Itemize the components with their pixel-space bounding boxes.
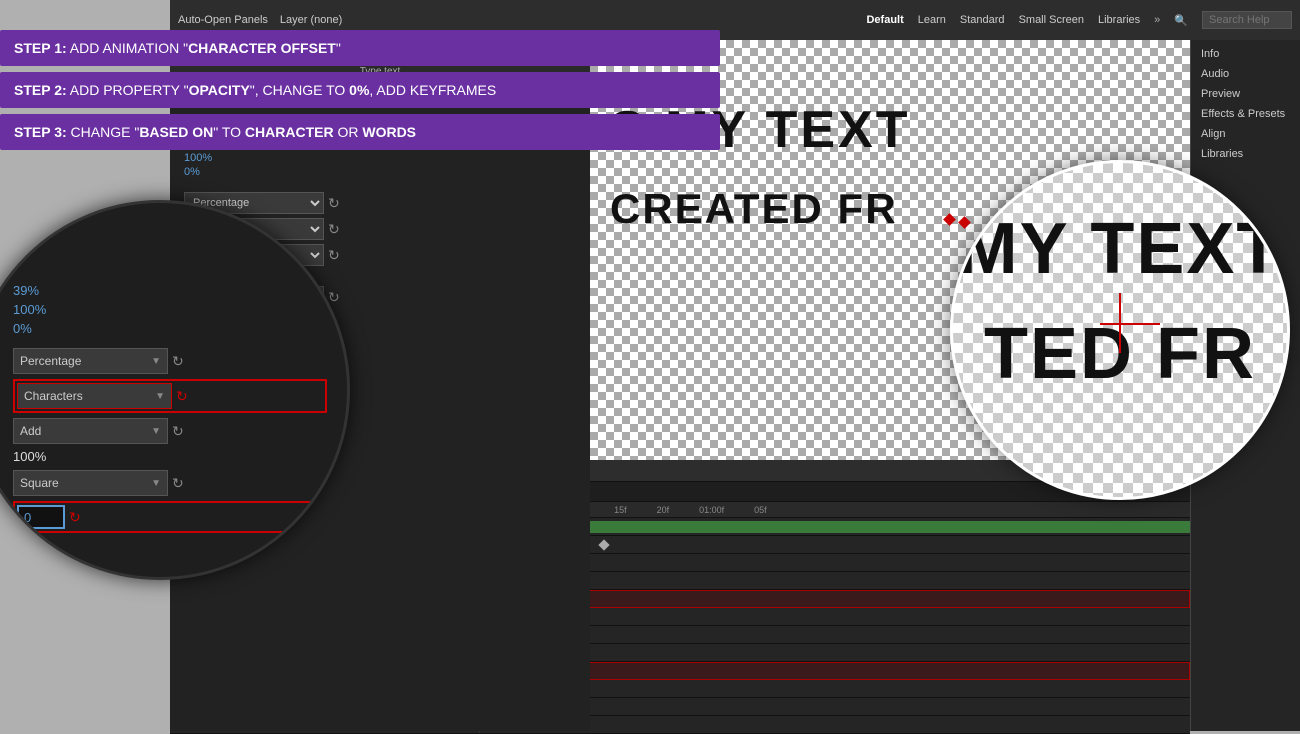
workspace-libraries[interactable]: Libraries [1098, 14, 1140, 26]
cycle-icon-3[interactable]: ↻ [328, 247, 340, 264]
chevron-1: ▼ [151, 356, 161, 367]
zoom-dd-label-4: Square [20, 476, 59, 490]
zoom-smoothness-input: 0 [17, 505, 65, 529]
cursor-horizontal [1100, 323, 1160, 325]
zoom-cycle-2: ↻ [176, 388, 188, 405]
workspace-learn[interactable]: Learn [918, 14, 946, 26]
more-workspaces-icon[interactable]: » [1154, 14, 1160, 26]
chevron-3: ▼ [151, 426, 161, 437]
zoom-dd-label-3: Add [20, 424, 41, 438]
ruler-mark-15: 15f [614, 505, 627, 515]
search-input[interactable] [1202, 11, 1292, 29]
zoom-val-39: 39% [13, 283, 327, 298]
zoom-units-row: Percentage ▼ ↻ [13, 348, 327, 374]
zoom-percentage-dd: Percentage ▼ [13, 348, 168, 374]
zoom-add-dd: Add ▼ [13, 418, 168, 444]
chevron-4: ▼ [151, 478, 161, 489]
zoom-circle-top: MY TEXT TED FR [950, 160, 1290, 500]
zoom-cycle-5: ↻ [69, 509, 81, 526]
cycle-icon-1[interactable]: ↻ [328, 195, 340, 212]
workspace-default[interactable]: Default [866, 14, 903, 26]
step3-text: STEP 3: CHANGE "BASED ON" TO CHARACTER O… [14, 124, 416, 140]
panel-item-align[interactable]: Align [1191, 124, 1300, 144]
zoom-square-row: Square ▼ ↻ [13, 470, 327, 496]
zoom-smoothness-row: 0 ↻ [13, 501, 327, 533]
step1-text: STEP 1: ADD ANIMATION "CHARACTER OFFSET" [14, 40, 341, 56]
search-icon: 🔍 [1174, 14, 1188, 27]
step-banners: STEP 1: ADD ANIMATION "CHARACTER OFFSET"… [0, 30, 720, 156]
ruler-mark-05: 05f [754, 505, 767, 515]
zoom-val-0: 0% [13, 321, 327, 336]
zoom-square-dd: Square ▼ [13, 470, 168, 496]
step-banner-1: STEP 1: ADD ANIMATION "CHARACTER OFFSET" [0, 30, 720, 66]
keyframe-diamond [598, 539, 609, 550]
zoom-val-100: 100% [13, 302, 327, 317]
zoom-100-val: 100% [13, 449, 327, 464]
zoom-characters-dd: Characters ▼ [17, 383, 172, 409]
panel-item-effects[interactable]: Effects & Presets [1191, 104, 1300, 124]
chevron-2: ▼ [155, 391, 165, 402]
layer-none: Layer (none) [280, 14, 342, 26]
step-banner-2: STEP 2: ADD PROPERTY "OPACITY", CHANGE T… [0, 72, 720, 108]
panel-item-libraries[interactable]: Libraries [1191, 144, 1300, 164]
zoom-dd-label-1: Percentage [20, 354, 81, 368]
ruler-mark-01: 01:00f [699, 505, 724, 515]
zoom-cycle-3: ↻ [172, 423, 184, 440]
zoom-cycle-4: ↻ [172, 475, 184, 492]
workspace-switcher: Default Learn Standard Small Screen Libr… [866, 11, 1292, 29]
cycle-icon-2[interactable]: ↻ [328, 221, 340, 238]
cycle-icon-4[interactable]: ↻ [328, 289, 340, 306]
preview-text-line2: CREATED FR [610, 185, 898, 233]
zoom-add-row: Add ▼ ↻ [13, 418, 327, 444]
zoom-based-on-row: Characters ▼ ↻ [13, 379, 327, 413]
panel-item-audio[interactable]: Audio [1191, 64, 1300, 84]
zoom-cycle-1: ↻ [172, 353, 184, 370]
step2-text: STEP 2: ADD PROPERTY "OPACITY", CHANGE T… [14, 82, 496, 98]
step-banner-3: STEP 3: CHANGE "BASED ON" TO CHARACTER O… [0, 114, 720, 150]
workspace-standard[interactable]: Standard [960, 14, 1005, 26]
prop-0pct: 0% [184, 166, 576, 178]
zoom-dd-label-2: Characters [24, 389, 83, 403]
panel-item-info[interactable]: Info [1191, 44, 1300, 64]
auto-open-panels[interactable]: Auto-Open Panels [178, 14, 268, 26]
zoom-text-line1: MY TEXT [953, 213, 1287, 285]
zoom-panel-content: 39% 100% 0% Percentage ▼ ↻ Characters ▼ … [13, 283, 327, 538]
workspace-small[interactable]: Small Screen [1019, 14, 1084, 26]
ruler-mark-20: 20f [657, 505, 670, 515]
panel-item-preview[interactable]: Preview [1191, 84, 1300, 104]
